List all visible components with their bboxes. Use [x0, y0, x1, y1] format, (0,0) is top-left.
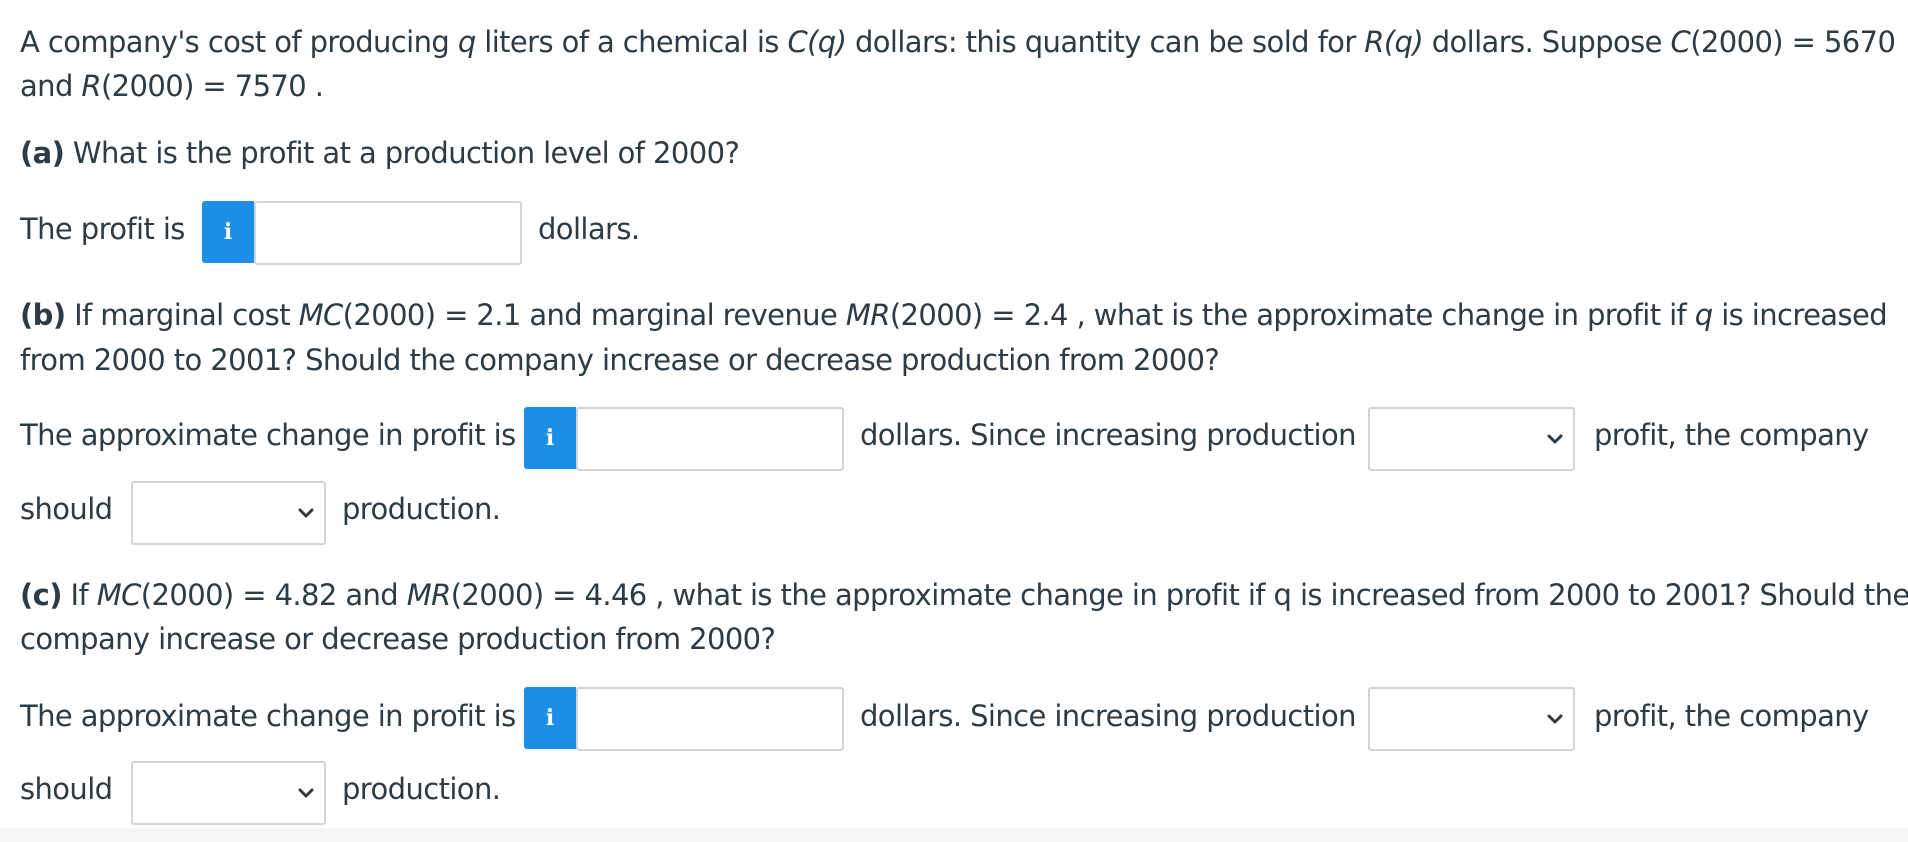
part-b-question-line-1: (b) If marginal cost MC(2000) = 2.1 and … [20, 298, 1888, 332]
part-b-answer-prefix: The approximate change in profit is [20, 418, 516, 452]
part-c-mid-text: dollars. Since increasing production [860, 699, 1357, 733]
part-c-question-line-1: (c) If MC(2000) = 4.82 and MR(2000) = 4.… [20, 578, 1908, 612]
part-b-profit-effect-select[interactable] [1368, 407, 1575, 471]
part-b-change-input[interactable] [576, 407, 844, 471]
part-a-answer-suffix: dollars. [538, 212, 640, 246]
part-a-label: (a) [20, 136, 65, 170]
part-a-question: (a) What is the profit at a production l… [20, 136, 740, 170]
part-c-should-text: should [20, 772, 113, 806]
part-c-question-line-2: company increase or decrease production … [20, 622, 776, 656]
part-c-change-input[interactable] [576, 687, 844, 751]
part-c-end-text: production. [342, 772, 501, 806]
chevron-down-icon [1547, 434, 1563, 444]
profit-answer-input[interactable] [254, 201, 522, 265]
chevron-down-icon [1547, 714, 1563, 724]
intro-line-2: and R(2000) = 7570 . [20, 69, 324, 103]
info-icon[interactable]: i [202, 201, 254, 263]
part-c-label: (c) [20, 578, 63, 612]
info-icon[interactable]: i [524, 407, 576, 469]
part-c-suffix-text: profit, the company [1594, 699, 1869, 733]
part-c-action-select[interactable] [131, 761, 326, 825]
part-a-answer-prefix: The profit is [20, 212, 185, 246]
chevron-down-icon [298, 788, 314, 798]
question-page: A company's cost of producing q liters o… [0, 0, 1908, 842]
part-b-label: (b) [20, 298, 66, 332]
part-b-action-select[interactable] [131, 481, 326, 545]
chevron-down-icon [298, 508, 314, 518]
part-b-should-text: should [20, 492, 113, 526]
info-icon[interactable]: i [524, 687, 576, 749]
part-b-mid-text: dollars. Since increasing production [860, 418, 1357, 452]
part-c-answer-prefix: The approximate change in profit is [20, 699, 516, 733]
part-c-profit-effect-select[interactable] [1368, 687, 1575, 751]
part-b-question-line-2: from 2000 to 2001? Should the company in… [20, 343, 1220, 377]
part-b-suffix-text: profit, the company [1594, 418, 1869, 452]
part-b-end-text: production. [342, 492, 501, 526]
bottom-divider [0, 828, 1908, 842]
intro-line-1: A company's cost of producing q liters o… [20, 25, 1896, 59]
